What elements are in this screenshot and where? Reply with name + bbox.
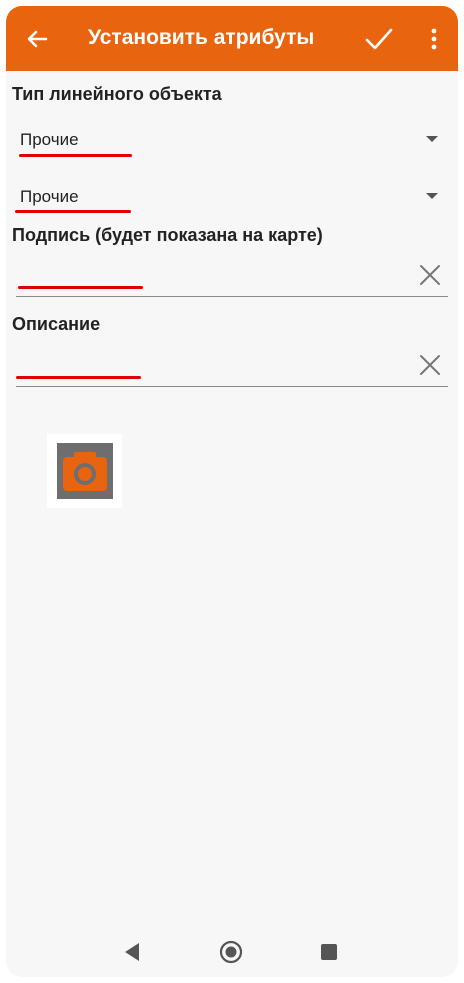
triangle-back-icon[interactable] bbox=[120, 940, 144, 964]
close-icon[interactable] bbox=[418, 263, 442, 287]
annotation-underline bbox=[15, 210, 131, 213]
dropdown-arrow-icon bbox=[426, 193, 438, 199]
spinner-1-value: Прочие bbox=[20, 130, 79, 149]
close-icon[interactable] bbox=[418, 353, 442, 377]
caption-field bbox=[16, 253, 448, 297]
dropdown-arrow-icon bbox=[426, 136, 438, 142]
line-type-spinner-1[interactable]: Прочие bbox=[16, 122, 438, 158]
more-vert-icon[interactable] bbox=[424, 26, 444, 52]
add-photo-button[interactable] bbox=[47, 434, 122, 508]
annotation-underline bbox=[18, 286, 143, 289]
toolbar: Установить атрибуты bbox=[6, 6, 458, 71]
annotation-underline bbox=[16, 376, 141, 379]
description-field bbox=[16, 343, 448, 387]
system-navbar bbox=[6, 926, 458, 977]
description-underline bbox=[16, 386, 448, 387]
page-title: Установить атрибуты bbox=[88, 26, 315, 49]
description-label: Описание bbox=[12, 314, 101, 334]
annotation-underline bbox=[19, 154, 132, 157]
screen: Установить атрибуты Тип линейного объект… bbox=[6, 6, 458, 977]
line-type-label: Тип линейного объекта bbox=[12, 84, 222, 104]
caption-label: Подпись (будет показана на карте) bbox=[12, 225, 323, 245]
circle-home-icon[interactable] bbox=[219, 940, 243, 964]
camera-icon bbox=[57, 443, 113, 499]
spinner-2-value: Прочие bbox=[20, 187, 79, 206]
arrow-left-icon[interactable] bbox=[24, 26, 50, 52]
caption-underline bbox=[16, 296, 448, 297]
square-recents-icon[interactable] bbox=[317, 940, 341, 964]
check-icon[interactable] bbox=[364, 25, 394, 53]
